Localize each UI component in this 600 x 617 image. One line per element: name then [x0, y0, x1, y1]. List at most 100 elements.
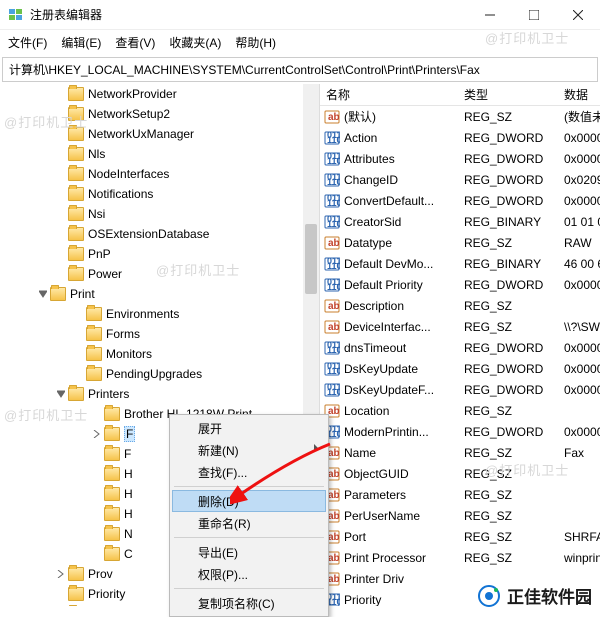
value-row[interactable]: 011110CreatorSidREG_BINARY01 01 0: [320, 211, 600, 232]
value-name: ConvertDefault...: [344, 194, 464, 208]
title-bar: 注册表编辑器: [0, 0, 600, 30]
value-row[interactable]: abPortREG_SZSHRFAX: [320, 526, 600, 547]
tree-item-label: NetworkSetup2: [88, 107, 170, 121]
close-button[interactable]: [556, 0, 600, 30]
tree-item[interactable]: PnP: [0, 244, 319, 264]
col-type[interactable]: 类型: [464, 86, 564, 103]
value-row[interactable]: 011110dnsTimeoutREG_DWORD0x0000: [320, 337, 600, 358]
value-data: 0x0000: [564, 194, 600, 208]
folder-icon: [104, 407, 120, 421]
menu-favorites[interactable]: 收藏夹(A): [169, 34, 221, 51]
value-data: \\?\SWI: [564, 320, 600, 334]
folder-icon: [104, 467, 120, 481]
ctx-export[interactable]: 导出(E): [172, 541, 326, 563]
value-data: 01 01 0: [564, 215, 600, 229]
tree-item-label: Environments: [106, 307, 179, 321]
value-type: REG_BINARY: [464, 215, 564, 229]
folder-icon: [86, 307, 102, 321]
tree-item[interactable]: Monitors: [0, 344, 319, 364]
value-row[interactable]: 011110DsKeyUpdateF...REG_DWORD0x0000: [320, 379, 600, 400]
value-row[interactable]: ab(默认)REG_SZ(数值未: [320, 106, 600, 127]
menu-edit[interactable]: 编辑(E): [61, 34, 101, 51]
value-row[interactable]: 011110AttributesREG_DWORD0x0000: [320, 148, 600, 169]
svg-text:110: 110: [327, 261, 340, 271]
tree-item[interactable]: NodeInterfaces: [0, 164, 319, 184]
ctx-find[interactable]: 查找(F)...: [172, 461, 326, 483]
ctx-copy-key-name[interactable]: 复制项名称(C): [172, 592, 326, 614]
value-row[interactable]: 011110Default DevMo...REG_BINARY46 00 6: [320, 253, 600, 274]
value-name: CreatorSid: [344, 215, 464, 229]
folder-icon: [68, 227, 84, 241]
chevron-right-icon: [314, 444, 318, 452]
tree-item[interactable]: Environments: [0, 304, 319, 324]
folder-icon: [68, 247, 84, 261]
chevron-right-icon[interactable]: [90, 430, 104, 438]
svg-text:110: 110: [327, 219, 340, 229]
value-row[interactable]: abParametersREG_SZ: [320, 484, 600, 505]
value-row[interactable]: abPerUserNameREG_SZ: [320, 505, 600, 526]
value-name: Priority: [344, 593, 464, 607]
folder-icon: [86, 347, 102, 361]
ctx-new[interactable]: 新建(N): [172, 439, 326, 461]
maximize-button[interactable]: [512, 0, 556, 30]
tree-item[interactable]: NetworkSetup2: [0, 104, 319, 124]
tree-item[interactable]: PendingUpgrades: [0, 364, 319, 384]
value-row[interactable]: 011110ConvertDefault...REG_DWORD0x0000: [320, 190, 600, 211]
value-row[interactable]: abDeviceInterfac...REG_SZ\\?\SWI: [320, 316, 600, 337]
tree-item[interactable]: NetworkProvider: [0, 84, 319, 104]
value-row[interactable]: abLocationREG_SZ: [320, 400, 600, 421]
value-type: REG_DWORD: [464, 425, 564, 439]
tree-item[interactable]: OSExtensionDatabase: [0, 224, 319, 244]
tree-item[interactable]: Power: [0, 264, 319, 284]
value-name: dnsTimeout: [344, 341, 464, 355]
tree-item-label: Notifications: [88, 187, 153, 201]
value-type: REG_SZ: [464, 404, 564, 418]
tree-item[interactable]: Nls: [0, 144, 319, 164]
ctx-delete[interactable]: 删除(D): [172, 490, 326, 512]
menu-help[interactable]: 帮助(H): [235, 34, 276, 51]
value-row[interactable]: abObjectGUIDREG_SZ: [320, 463, 600, 484]
folder-icon: [68, 127, 84, 141]
value-type: REG_DWORD: [464, 278, 564, 292]
value-row[interactable]: 011110DsKeyUpdateREG_DWORD0x0000: [320, 358, 600, 379]
chevron-down-icon[interactable]: [36, 290, 50, 298]
value-row[interactable]: abDatatypeREG_SZRAW: [320, 232, 600, 253]
value-type: REG_SZ: [464, 299, 564, 313]
tree-item-label: Monitors: [106, 347, 152, 361]
chevron-right-icon[interactable]: [54, 570, 68, 578]
value-row[interactable]: 011110ModernPrintin...REG_DWORD0x0000: [320, 421, 600, 442]
value-row[interactable]: abDescriptionREG_SZ: [320, 295, 600, 316]
col-data[interactable]: 数据: [564, 86, 600, 103]
chevron-down-icon[interactable]: [54, 390, 68, 398]
tree-item[interactable]: Notifications: [0, 184, 319, 204]
value-data: 0x0000: [564, 341, 600, 355]
value-row[interactable]: 011110Default PriorityREG_DWORD0x0000: [320, 274, 600, 295]
svg-text:ab: ab: [328, 448, 340, 459]
value-type: REG_SZ: [464, 446, 564, 460]
menu-view[interactable]: 查看(V): [115, 34, 155, 51]
value-type: REG_SZ: [464, 320, 564, 334]
value-row[interactable]: 011110ChangeIDREG_DWORD0x0209: [320, 169, 600, 190]
value-row[interactable]: 011110ActionREG_DWORD0x0000: [320, 127, 600, 148]
address-bar[interactable]: 计算机\HKEY_LOCAL_MACHINE\SYSTEM\CurrentCon…: [2, 57, 598, 82]
col-name[interactable]: 名称: [326, 86, 464, 103]
menu-bar: 文件(F) 编辑(E) 查看(V) 收藏夹(A) 帮助(H): [0, 30, 600, 57]
column-headers[interactable]: 名称 类型 数据: [320, 84, 600, 106]
tree-item[interactable]: Print: [0, 284, 319, 304]
tree-item[interactable]: Forms: [0, 324, 319, 344]
value-row[interactable]: abNameREG_SZFax: [320, 442, 600, 463]
menu-file[interactable]: 文件(F): [8, 34, 47, 51]
minimize-button[interactable]: [468, 0, 512, 30]
ctx-expand[interactable]: 展开: [172, 417, 326, 439]
value-row[interactable]: abPrint ProcessorREG_SZwinprin: [320, 547, 600, 568]
tree-item-label: H: [124, 487, 133, 501]
ctx-rename[interactable]: 重命名(R): [172, 512, 326, 534]
value-data: winprin: [564, 551, 600, 565]
tree-item[interactable]: Nsi: [0, 204, 319, 224]
tree-item-label: C: [124, 547, 133, 561]
ctx-permissions[interactable]: 权限(P)...: [172, 563, 326, 585]
tree-item[interactable]: NetworkUxManager: [0, 124, 319, 144]
tree-item[interactable]: Printers: [0, 384, 319, 404]
value-data: 0x0000: [564, 362, 600, 376]
tree-item-label: Nls: [88, 147, 105, 161]
